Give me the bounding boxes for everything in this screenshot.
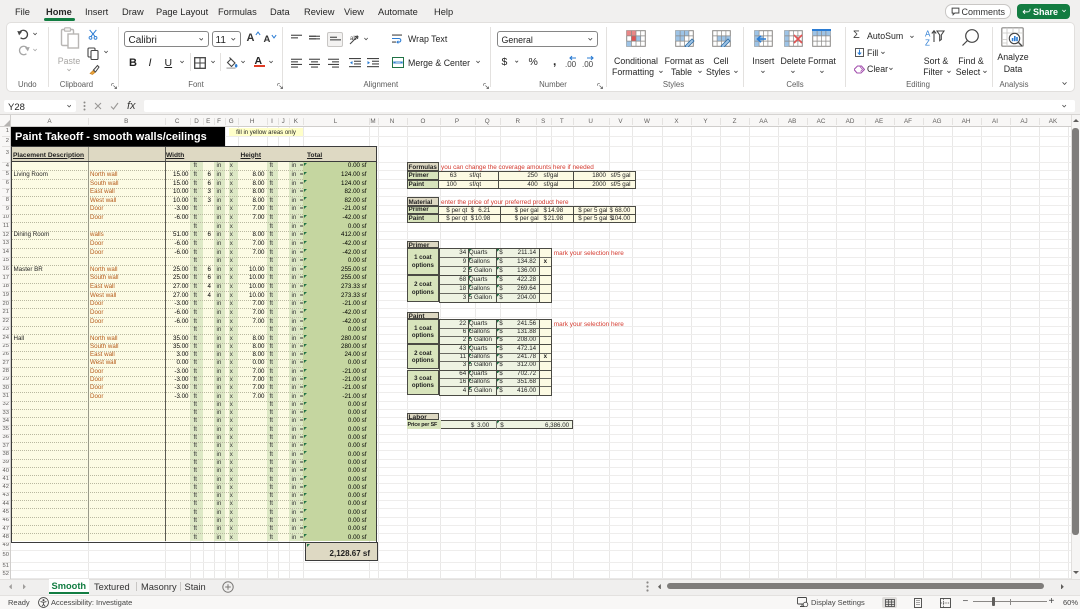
svg-text:A: A (925, 30, 931, 39)
svg-text:ab: ab (350, 36, 357, 42)
svg-text:Z: Z (925, 39, 930, 48)
